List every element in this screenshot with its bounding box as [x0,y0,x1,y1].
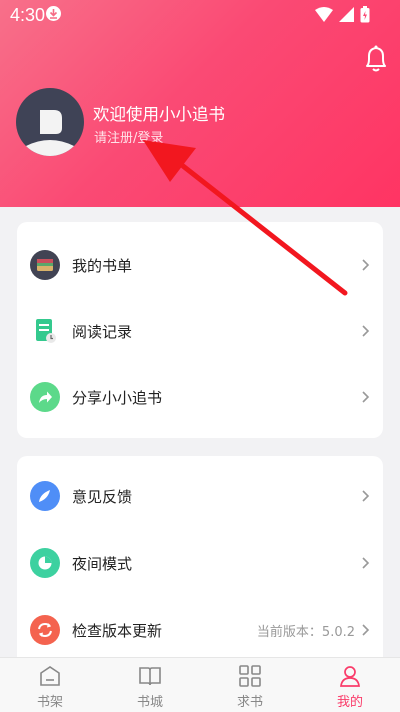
menu-label: 分享小小追书 [72,388,163,407]
download-icon [46,6,61,21]
bottom-tab-bar: 书架 书城 求书 我的 [0,657,400,712]
menu-label: 阅读记录 [72,322,133,341]
chevron-right-icon [362,624,370,636]
reading-record-icon [30,316,60,346]
welcome-text: 欢迎使用小小追书 [93,105,225,124]
menu-item-reading-record[interactable]: 阅读记录 [17,306,383,356]
menu-label: 夜间模式 [72,554,133,573]
share-icon [30,382,60,412]
battery-icon [360,6,370,23]
tab-bookstore[interactable]: 书城 [100,658,200,712]
chevron-right-icon [362,557,370,569]
tab-label: 我的 [336,695,363,710]
menu-card-1: 我的书单 阅读记录 分享小小追书 [17,222,383,438]
update-icon [30,615,60,645]
bookshelf-icon [30,250,60,280]
bell-icon[interactable] [362,44,390,74]
status-time: 4:30 [10,5,46,25]
request-book-icon [239,665,261,687]
menu-label: 意见反馈 [72,487,133,506]
night-mode-icon [30,548,60,578]
chevron-right-icon [362,325,370,337]
profile-icon [340,666,360,687]
current-version: 当前版本：5.0.2 [256,624,355,640]
menu-item-check-update[interactable]: 检查版本更新 当前版本：5.0.2 [17,605,383,655]
tab-label: 书城 [136,695,163,710]
book-store-icon [139,667,161,686]
menu-item-night-mode[interactable]: 夜间模式 [17,538,383,588]
menu-label: 检查版本更新 [72,621,163,640]
feedback-icon [30,481,60,511]
cell-signal-icon [339,7,354,22]
chevron-right-icon [362,259,370,271]
profile-header: 4:30 欢迎使用小小追书 请注册/登录 [0,0,400,207]
avatar[interactable] [16,88,84,156]
tab-label: 书架 [36,695,63,710]
tab-request-book[interactable]: 求书 [200,658,300,712]
tab-bookshelf[interactable]: 书架 [0,658,100,712]
bookshelf-tab-icon [40,666,60,686]
menu-item-my-booklist[interactable]: 我的书单 [17,240,383,290]
status-bar: 4:30 [0,0,400,28]
menu-card-2: 意见反馈 夜间模式 检查版本更新 当前版本：5.0.2 [17,456,383,676]
tab-label: 求书 [236,695,263,710]
register-login-link[interactable]: 请注册/登录 [94,127,163,146]
wifi-icon [315,7,333,22]
chevron-right-icon [362,391,370,403]
menu-item-feedback[interactable]: 意见反馈 [17,471,383,521]
menu-label: 我的书单 [72,256,133,275]
chevron-right-icon [362,490,370,502]
menu-item-share[interactable]: 分享小小追书 [17,372,383,422]
tab-profile[interactable]: 我的 [300,658,400,712]
